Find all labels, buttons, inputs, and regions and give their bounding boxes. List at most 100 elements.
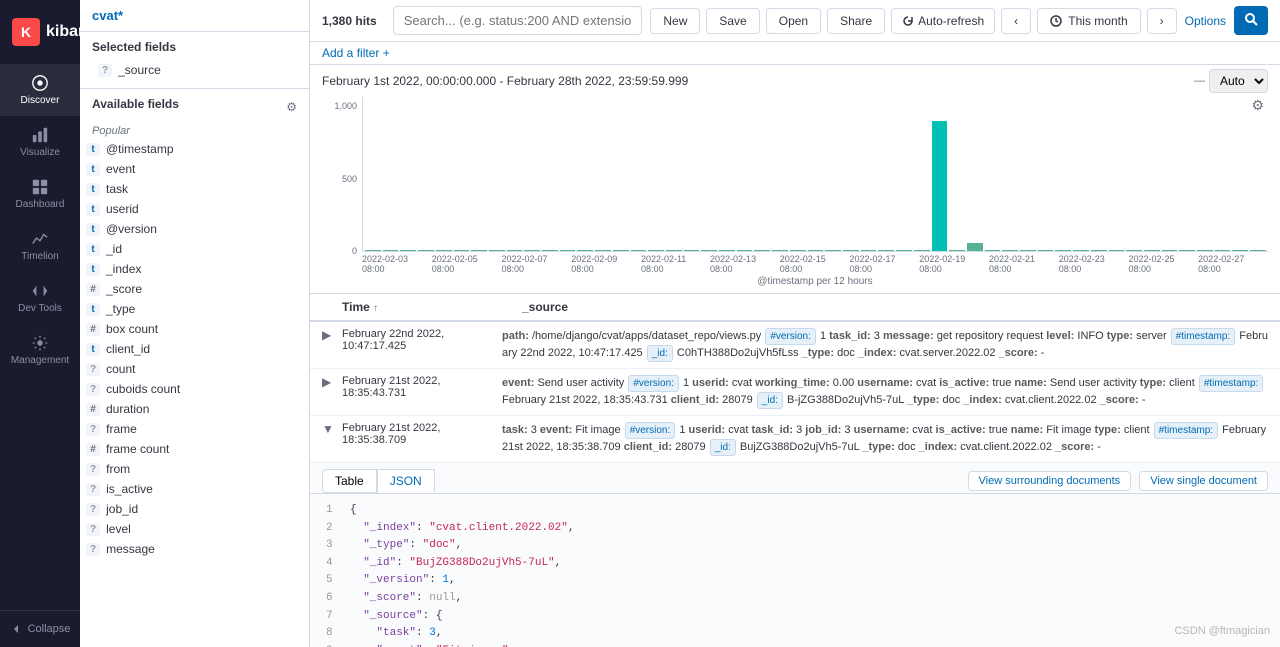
x-label: 2022-02-13 08:00	[710, 254, 780, 274]
bar	[666, 250, 682, 251]
next-time-button[interactable]: ›	[1147, 8, 1177, 34]
collapse-button[interactable]: Collapse	[0, 610, 80, 647]
sidebar-item-dashboard[interactable]: Dashboard	[0, 168, 80, 220]
auto-refresh-button[interactable]: Auto-refresh	[891, 8, 995, 34]
expand-icon[interactable]: ▼	[322, 416, 342, 436]
view-single-button[interactable]: View single document	[1139, 471, 1268, 491]
x-label: 2022-02-03 08:00	[362, 254, 432, 274]
sidebar-item-devtools[interactable]: Dev Tools	[0, 272, 80, 324]
field-type-t: t	[86, 143, 100, 156]
field-name: cuboids count	[106, 382, 180, 396]
search-button[interactable]	[1234, 6, 1268, 35]
bar	[949, 250, 965, 251]
field-frame[interactable]: ? frame	[80, 419, 309, 439]
sidebar-item-timelion[interactable]: Timelion	[0, 220, 80, 272]
bar	[1073, 250, 1089, 251]
gear-icon[interactable]: ⚙	[286, 100, 297, 114]
bar	[967, 243, 983, 251]
chart-container: ⚙ 1,000 500 0	[310, 93, 1280, 293]
sidebar-item-visualize-label: Visualize	[20, 147, 60, 158]
expand-icon[interactable]: ▶	[322, 322, 342, 342]
field-is-active[interactable]: ? is_active	[80, 479, 309, 499]
new-button[interactable]: New	[650, 8, 700, 34]
options-link[interactable]: Options	[1185, 14, 1226, 28]
sidebar-item-discover[interactable]: Discover	[0, 64, 80, 116]
bar	[436, 250, 452, 251]
bar	[1250, 250, 1266, 251]
date-range: February 1st 2022, 00:00:00.000 - Februa…	[322, 74, 688, 88]
index-pattern[interactable]: cvat*	[80, 0, 309, 32]
field-client-id[interactable]: t client_id	[80, 339, 309, 359]
results-area: Time ↑ _source ▶ February 22nd 2022, 10:…	[310, 294, 1280, 647]
field-userid[interactable]: t userid	[80, 199, 309, 219]
table-row: ▼ February 21st 2022, 18:35:38.709 task:…	[310, 416, 1280, 463]
tab-json[interactable]: JSON	[377, 469, 435, 493]
expand-icon[interactable]: ▶	[322, 369, 342, 389]
open-button[interactable]: Open	[766, 8, 821, 34]
field-box-count[interactable]: # box count	[80, 319, 309, 339]
bar	[1126, 250, 1142, 251]
bar	[613, 250, 629, 251]
main-content: 1,380 hits New Save Open Share Auto-refr…	[310, 0, 1280, 647]
field-name: frame	[106, 422, 137, 436]
bar	[896, 250, 912, 251]
field-duration[interactable]: # duration	[80, 399, 309, 419]
field-name: _id	[106, 242, 122, 256]
toolbar-buttons: New Save Open Share Auto-refresh ‹ This …	[650, 8, 1176, 34]
field-index[interactable]: t _index	[80, 259, 309, 279]
bar	[400, 250, 416, 251]
time-range-button[interactable]: This month	[1037, 8, 1140, 34]
field-type-t: t	[86, 183, 100, 196]
field-type-q: ?	[86, 363, 100, 376]
field-name: _score	[106, 282, 142, 296]
prev-time-button[interactable]: ‹	[1001, 8, 1031, 34]
chart-settings-icon[interactable]: ⚙	[1251, 97, 1264, 114]
interval-select[interactable]: Auto	[1209, 69, 1268, 93]
bar	[861, 250, 877, 251]
source-column-header: _source	[522, 300, 1268, 314]
x-label: 2022-02-25 08:00	[1128, 254, 1198, 274]
share-button[interactable]: Share	[827, 8, 885, 34]
bar	[1091, 250, 1107, 251]
field-score[interactable]: # _score	[80, 279, 309, 299]
field-event[interactable]: t event	[80, 159, 309, 179]
field-frame-count[interactable]: # frame count	[80, 439, 309, 459]
index-pattern-value: cvat*	[92, 8, 123, 23]
field-task[interactable]: t task	[80, 179, 309, 199]
field-type-field[interactable]: t _type	[80, 299, 309, 319]
watermark: CSDN @ftmagician	[1174, 625, 1270, 637]
selected-field-source[interactable]: ? _source	[92, 60, 297, 80]
field-cuboids-count[interactable]: ? cuboids count	[80, 379, 309, 399]
field-timestamp[interactable]: t @timestamp	[80, 139, 309, 159]
add-filter-button[interactable]: Add a filter +	[322, 46, 390, 60]
row-source: path: /home/django/cvat/apps/dataset_rep…	[502, 322, 1268, 368]
sidebar-item-management[interactable]: Management	[0, 324, 80, 376]
tab-table[interactable]: Table	[322, 469, 377, 493]
field-job-id[interactable]: ? job_id	[80, 499, 309, 519]
field-count[interactable]: ? count	[80, 359, 309, 379]
field-name: client_id	[106, 342, 150, 356]
sidebar-item-visualize[interactable]: Visualize	[0, 116, 80, 168]
field-name: frame count	[106, 442, 169, 456]
bar	[825, 250, 841, 251]
bar	[1162, 250, 1178, 251]
search-input[interactable]	[393, 6, 643, 35]
field-version[interactable]: t @version	[80, 219, 309, 239]
bar	[1197, 250, 1213, 251]
time-column-header[interactable]: Time ↑	[342, 300, 522, 314]
view-surrounding-button[interactable]: View surrounding documents	[968, 471, 1132, 491]
field-message[interactable]: ? message	[80, 539, 309, 559]
bar	[365, 250, 381, 251]
top-bar: 1,380 hits New Save Open Share Auto-refr…	[310, 0, 1280, 42]
field-type-q: ?	[86, 383, 100, 396]
row-time: February 22nd 2022, 10:47:17.425	[342, 322, 502, 358]
field-id[interactable]: t _id	[80, 239, 309, 259]
field-level[interactable]: ? level	[80, 519, 309, 539]
row-time: February 21st 2022, 18:35:43.731	[342, 369, 502, 405]
expanded-detail: Table JSON View surrounding documents Vi…	[310, 463, 1280, 647]
bar	[1232, 250, 1248, 251]
field-from[interactable]: ? from	[80, 459, 309, 479]
bar	[843, 250, 859, 251]
bar	[454, 250, 470, 251]
save-button[interactable]: Save	[706, 8, 759, 34]
